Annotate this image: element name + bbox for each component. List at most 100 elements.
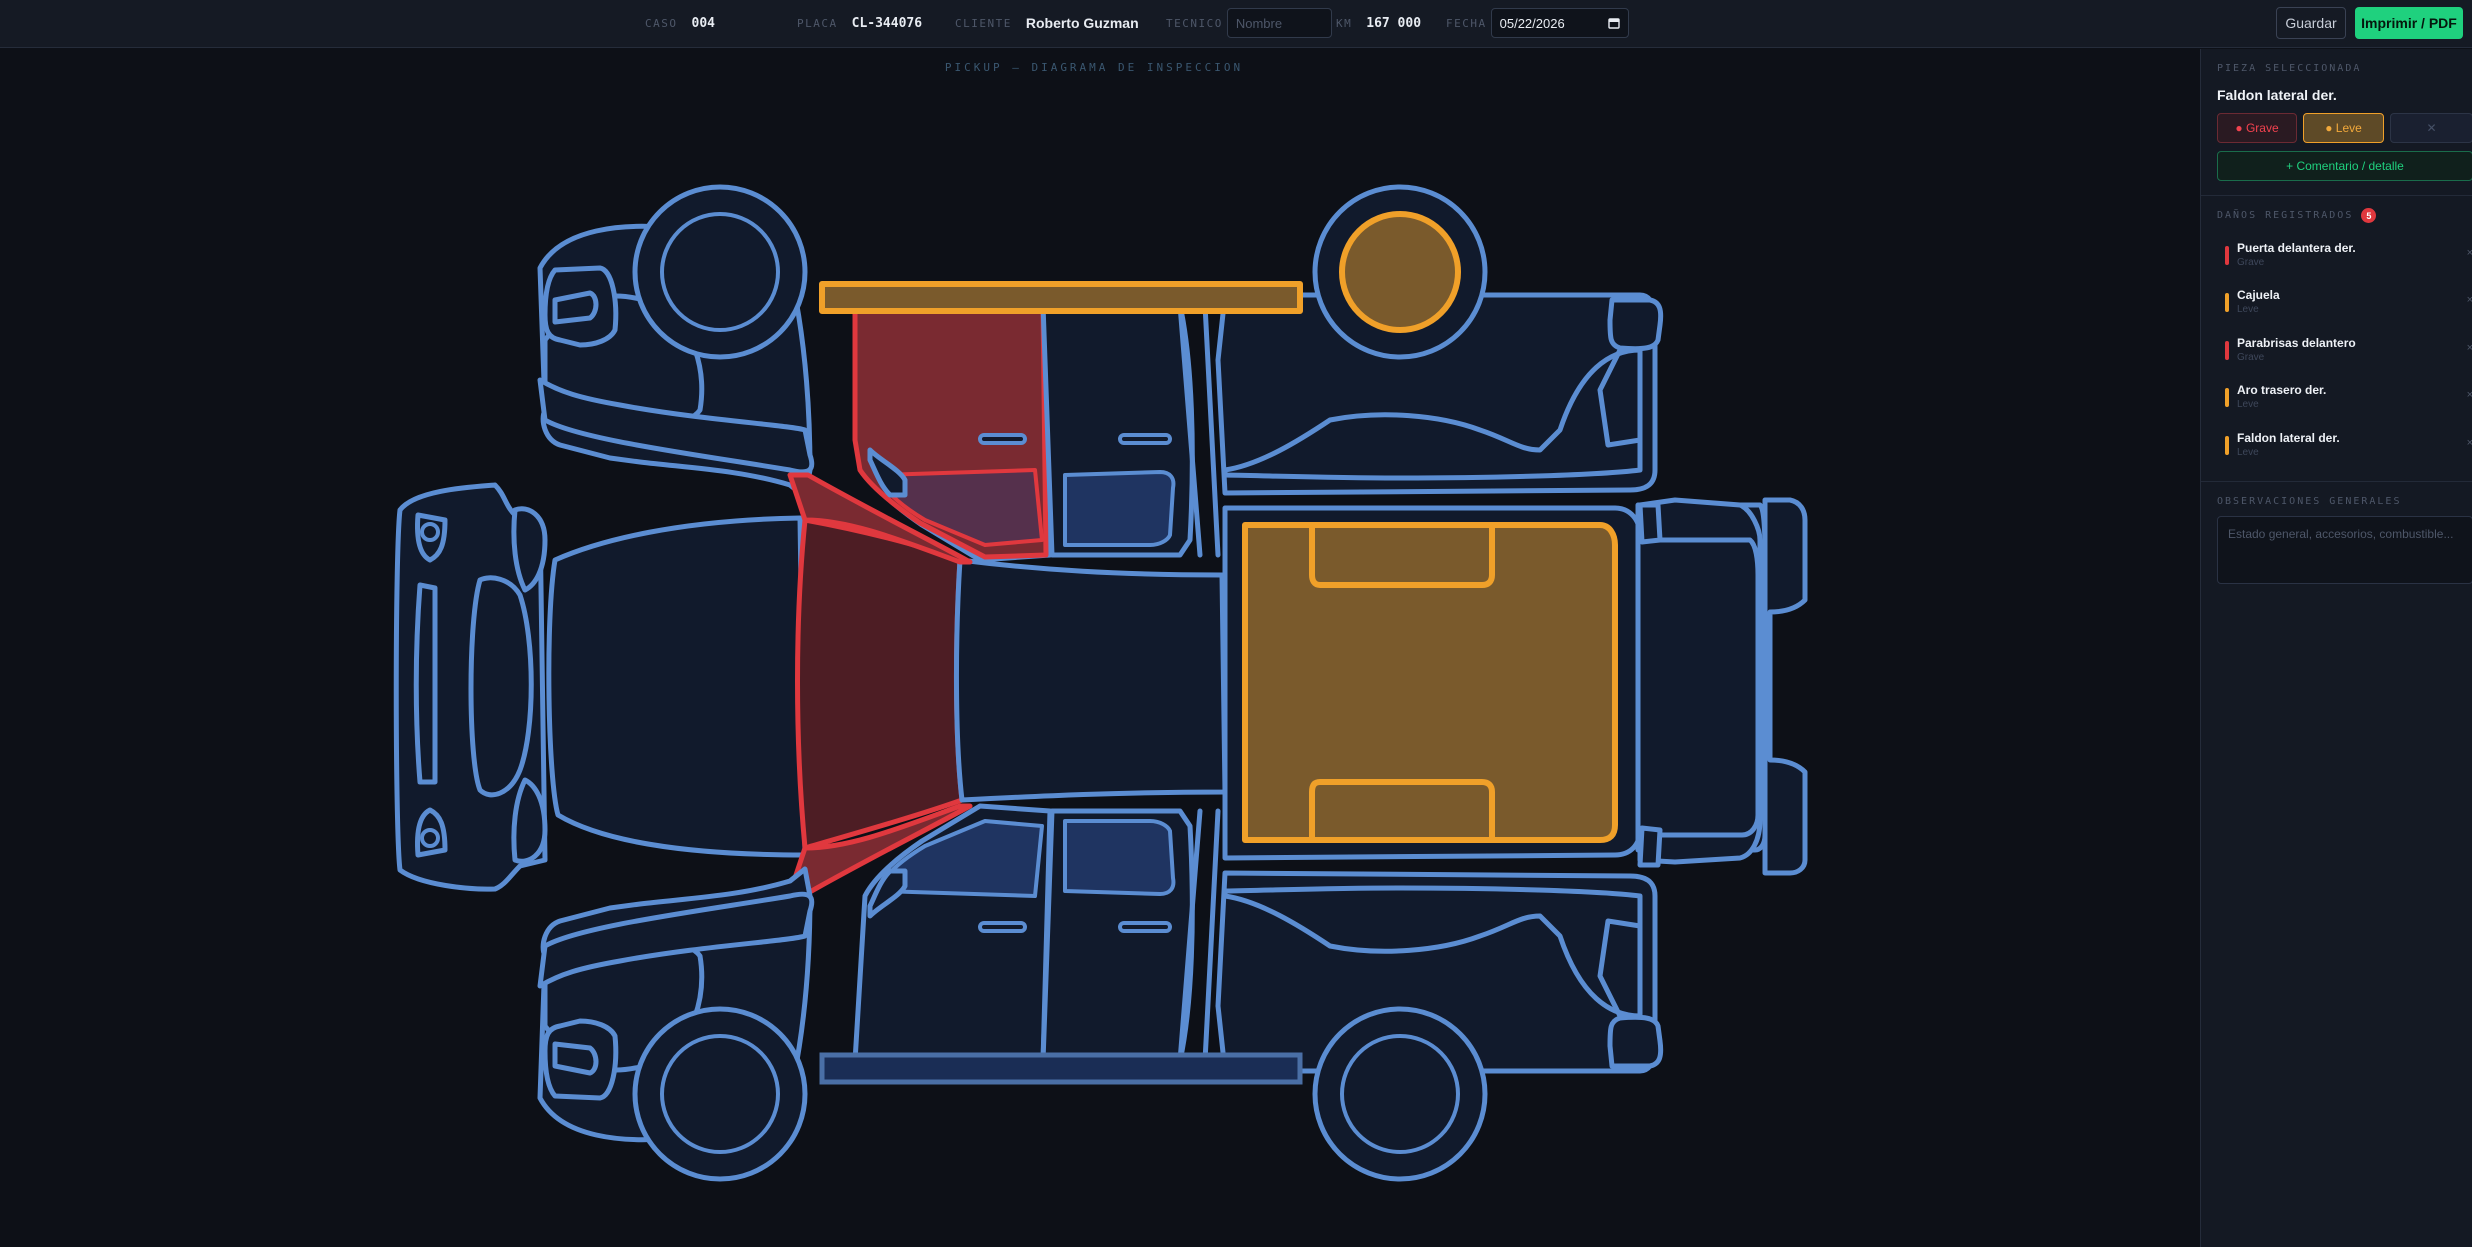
- top-front-rim[interactable]: [660, 212, 780, 332]
- severity-clear-button[interactable]: ✕: [2390, 113, 2472, 143]
- bottom-rear-rim[interactable]: [1340, 1034, 1460, 1154]
- plate-field: PLACA CL-344076: [797, 0, 922, 46]
- print-pdf-button[interactable]: Imprimir / PDF: [2355, 7, 2463, 39]
- tech-field: TECNICO Nombre: [1166, 0, 1332, 46]
- roof-panel[interactable]: [953, 557, 1228, 803]
- save-button[interactable]: Guardar: [2276, 7, 2346, 39]
- selected-part-name: Faldon lateral der.: [2217, 87, 2337, 103]
- pickup-diagram: [393, 184, 1808, 1182]
- severity-grave-button[interactable]: ● Grave: [2217, 113, 2297, 143]
- front-left-lamp-circle: [420, 522, 440, 542]
- top-rear-rim-damaged[interactable]: [1339, 211, 1461, 333]
- damage-item[interactable]: Parabrisas delantero Grave ×: [2217, 334, 2472, 374]
- inspection-canvas: PICKUP — DIAGRAMA DE INSPECCION: [0, 49, 2200, 1247]
- case-value: 004: [691, 15, 715, 31]
- front-windshield-frame[interactable]: [468, 575, 534, 798]
- bed-wheelwell-top[interactable]: [1309, 522, 1495, 588]
- front-view: [393, 482, 548, 892]
- damage-name: Aro trasero der.: [2237, 383, 2327, 397]
- client-field: CLIENTE Roberto Guzman: [955, 0, 1139, 46]
- top-rocker-panel[interactable]: [819, 281, 1303, 314]
- damages-heading: DAÑOS REGISTRADOS 5: [2217, 208, 2377, 223]
- damage-name: Faldon lateral der.: [2237, 431, 2340, 445]
- severity-bar: [2225, 436, 2229, 455]
- date-field: FECHA 05/22/2026: [1446, 0, 1629, 46]
- bottom-c-pillar: [1202, 808, 1221, 1064]
- rear-step-bumper[interactable]: [1762, 497, 1808, 876]
- damage-item[interactable]: Puerta delantera der. Grave ×: [2217, 239, 2472, 279]
- remove-damage-icon[interactable]: ×: [2467, 437, 2472, 449]
- bottom-tailgate-cap[interactable]: [1607, 1014, 1664, 1069]
- damage-item[interactable]: Cajuela Leve ×: [2217, 286, 2472, 326]
- bottom-rear-handle[interactable]: [1118, 921, 1172, 933]
- km-label: KM: [1336, 16, 1353, 30]
- remove-damage-icon[interactable]: ×: [2467, 389, 2472, 401]
- front-grille[interactable]: [413, 582, 438, 785]
- top-front-handle[interactable]: [978, 433, 1027, 445]
- tech-label: TECNICO: [1166, 16, 1223, 30]
- severity-leve-button[interactable]: ● Leve: [2303, 113, 2384, 143]
- roof-hood[interactable]: [546, 515, 808, 858]
- remove-damage-icon[interactable]: ×: [2467, 294, 2472, 306]
- sidebar-divider: [2201, 195, 2472, 196]
- damage-item[interactable]: Faldon lateral der. Leve ×: [2217, 429, 2472, 469]
- selected-part-heading-text: PIEZA SELECCIONADA: [2217, 63, 2362, 74]
- calendar-icon: [1607, 18, 1620, 29]
- top-bar: CASO 004 PLACA CL-344076 CLIENTE Roberto…: [0, 0, 2472, 48]
- roof-windshield-damaged[interactable]: [795, 517, 965, 851]
- bottom-rear-window[interactable]: [1063, 819, 1176, 896]
- severity-bar: [2225, 246, 2229, 265]
- damage-name: Puerta delantera der.: [2237, 241, 2356, 255]
- top-tailgate-cap[interactable]: [1607, 297, 1664, 352]
- client-value: Roberto Guzman: [1025, 15, 1139, 31]
- observations-heading-text: OBSERVACIONES GENERALES: [2217, 496, 2402, 507]
- client-label: CLIENTE: [955, 16, 1012, 30]
- bottom-front-handle[interactable]: [978, 921, 1027, 933]
- plate-value: CL-344076: [851, 15, 923, 31]
- bed-wheelwell-bottom[interactable]: [1309, 779, 1495, 843]
- damages-heading-text: DAÑOS REGISTRADOS: [2217, 210, 2354, 221]
- date-value: 05/22/2026: [1499, 15, 1565, 31]
- case-field: CASO 004: [645, 0, 715, 46]
- damage-name: Parabrisas delantero: [2237, 336, 2356, 350]
- rear-view-pillar-bottom[interactable]: [1637, 825, 1663, 868]
- bottom-front-rim[interactable]: [660, 1034, 780, 1154]
- damage-severity: Leve: [2237, 304, 2259, 315]
- inspection-sidebar: PIEZA SELECCIONADA Faldon lateral der. ●…: [2200, 49, 2472, 1247]
- severity-bar: [2225, 388, 2229, 407]
- top-side-view: [537, 184, 1664, 563]
- damage-name: Cajuela: [2237, 288, 2280, 302]
- rear-view-pillar-top[interactable]: [1637, 502, 1663, 545]
- km-field: KM 167 000: [1336, 0, 1421, 46]
- km-value: 167 000: [1366, 15, 1422, 31]
- observations-textarea[interactable]: Estado general, accesorios, combustible.…: [2217, 516, 2472, 584]
- damage-severity: Leve: [2237, 399, 2259, 410]
- bottom-side-view: [537, 803, 1664, 1182]
- bottom-headlight[interactable]: [552, 1041, 599, 1076]
- observations-heading: OBSERVACIONES GENERALES: [2217, 496, 2401, 507]
- top-rear-handle[interactable]: [1118, 433, 1172, 445]
- damage-severity: Grave: [2237, 257, 2265, 268]
- severity-bar: [2225, 341, 2229, 360]
- remove-damage-icon[interactable]: ×: [2467, 342, 2472, 354]
- tech-input[interactable]: Nombre: [1226, 8, 1332, 38]
- add-comment-button[interactable]: + Comentario / detalle: [2217, 151, 2472, 181]
- top-c-pillar: [1202, 302, 1221, 558]
- damage-severity: Grave: [2237, 352, 2265, 363]
- case-label: CASO: [645, 16, 678, 30]
- remove-damage-icon[interactable]: ×: [2467, 247, 2472, 259]
- top-headlight[interactable]: [552, 290, 599, 325]
- selected-part-heading: PIEZA SELECCIONADA: [2217, 63, 2361, 74]
- damage-item[interactable]: Aro trasero der. Leve ×: [2217, 381, 2472, 421]
- sidebar-divider: [2201, 481, 2472, 482]
- severity-bar: [2225, 293, 2229, 312]
- front-right-lamp-circle: [420, 828, 440, 848]
- date-input[interactable]: 05/22/2026: [1490, 8, 1629, 38]
- damages-count-badge: 5: [2361, 208, 2377, 223]
- plate-label: PLACA: [797, 16, 838, 30]
- rear-inner-gate[interactable]: [1635, 537, 1761, 838]
- bottom-rocker-panel[interactable]: [819, 1052, 1303, 1085]
- damage-severity: Leve: [2237, 447, 2259, 458]
- date-label: FECHA: [1446, 16, 1487, 30]
- top-rear-window[interactable]: [1063, 470, 1176, 547]
